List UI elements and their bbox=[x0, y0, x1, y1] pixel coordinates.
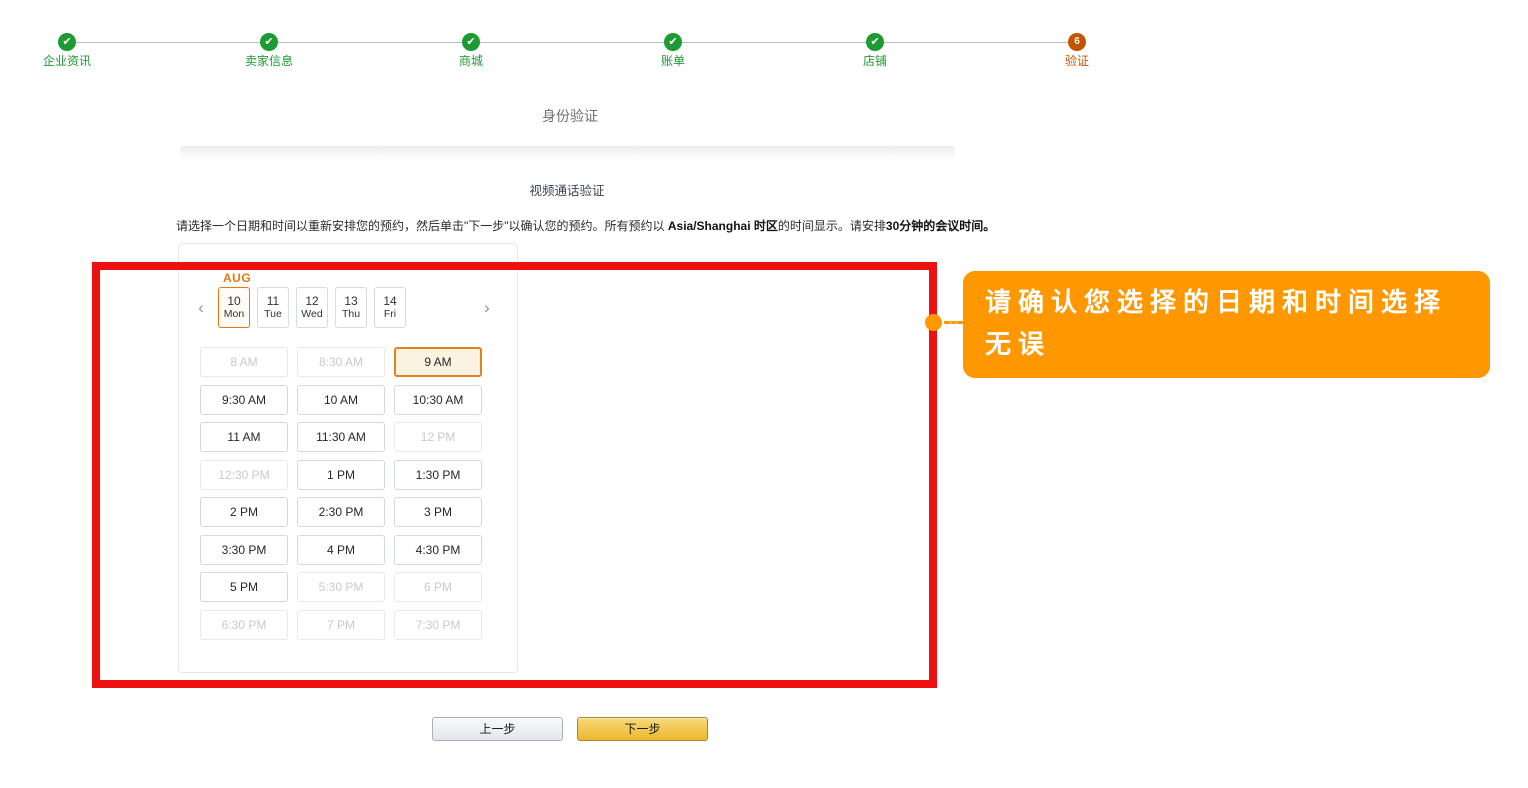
date-weekday: Wed bbox=[301, 308, 322, 321]
time-slot[interactable]: 2:30 PM bbox=[297, 497, 385, 527]
step-label: 账单 bbox=[623, 54, 723, 68]
annotation-callout: 请确认您选择的日期和时间选择 无误 bbox=[963, 271, 1490, 378]
step-check-icon: ✔ bbox=[58, 33, 76, 51]
date-weekday: Fri bbox=[384, 308, 396, 321]
time-slot[interactable]: 5 PM bbox=[200, 572, 288, 602]
section-divider bbox=[180, 146, 955, 163]
time-slot[interactable]: 9 AM bbox=[394, 347, 482, 377]
date-strip: 10Mon11Tue12Wed13Thu14Fri bbox=[218, 287, 406, 328]
time-slot-grid: 8 AM 8:30 AM 9 AM 9:30 AM 10 AM 10:30 AM 11 AM… bbox=[200, 347, 482, 640]
time-slot: 12:30 PM bbox=[200, 460, 288, 490]
date-weekday: Tue bbox=[264, 308, 282, 321]
time-slot[interactable]: 4 PM bbox=[297, 535, 385, 565]
step-label: 商城 bbox=[421, 54, 521, 68]
callout-text-line2: 无误 bbox=[985, 323, 1474, 365]
step-check-icon: ✔ bbox=[866, 33, 884, 51]
appointment-scheduler-card: AUG ‹ › 10Mon11Tue12Wed13Thu14Fri 8 AM8:… bbox=[178, 243, 518, 673]
time-slot: 7 PM bbox=[297, 610, 385, 640]
time-slot[interactable]: 10:30 AM bbox=[394, 385, 482, 415]
stepper-step-1: ✔ 企业资讯 bbox=[17, 33, 117, 68]
previous-step-button[interactable]: 上一步 bbox=[432, 717, 563, 741]
date-day: 11 bbox=[267, 294, 279, 308]
step-label: 卖家信息 bbox=[219, 54, 319, 68]
stepper-step-3: ✔ 商城 bbox=[421, 33, 521, 68]
month-label: AUG bbox=[223, 271, 251, 285]
instruction-timezone: Asia/Shanghai 时区 bbox=[668, 219, 778, 233]
step-check-icon: ✔ bbox=[664, 33, 682, 51]
time-slot[interactable]: 9:30 AM bbox=[200, 385, 288, 415]
step-label: 验证 bbox=[1027, 54, 1127, 68]
stepper-step-2: ✔ 卖家信息 bbox=[219, 33, 319, 68]
date-day: 13 bbox=[344, 294, 357, 308]
section-title: 视频通话验证 bbox=[0, 180, 1134, 199]
date-weekday: Thu bbox=[342, 308, 360, 321]
date-option-tue[interactable]: 11Tue bbox=[257, 287, 289, 328]
date-option-wed[interactable]: 12Wed bbox=[296, 287, 328, 328]
time-slot[interactable]: 3 PM bbox=[394, 497, 482, 527]
instruction-duration: 30分钟的会议时间。 bbox=[886, 219, 995, 233]
next-dates-arrow-icon[interactable]: › bbox=[479, 298, 495, 318]
time-slot: 7:30 PM bbox=[394, 610, 482, 640]
date-day: 14 bbox=[383, 294, 396, 308]
time-slot[interactable]: 11 AM bbox=[200, 422, 288, 452]
date-day: 12 bbox=[305, 294, 318, 308]
time-slot[interactable]: 1:30 PM bbox=[394, 460, 482, 490]
step-check-icon: ✔ bbox=[462, 33, 480, 51]
page-title: 身份验证 bbox=[0, 106, 1140, 126]
progress-stepper: ✔ 企业资讯 ✔ 卖家信息 ✔ 商城 ✔ 账单 ✔ 店铺 6 验证 bbox=[0, 0, 1528, 80]
date-option-fri[interactable]: 14Fri bbox=[374, 287, 406, 328]
annotation-connector-line bbox=[944, 321, 963, 324]
time-slot: 12 PM bbox=[394, 422, 482, 452]
stepper-step-4: ✔ 账单 bbox=[623, 33, 723, 68]
next-step-button[interactable]: 下一步 bbox=[577, 717, 708, 741]
time-slot[interactable]: 3:30 PM bbox=[200, 535, 288, 565]
time-slot[interactable]: 11:30 AM bbox=[297, 422, 385, 452]
time-slot: 8 AM bbox=[200, 347, 288, 377]
time-slot: 8:30 AM bbox=[297, 347, 385, 377]
date-option-mon[interactable]: 10Mon bbox=[218, 287, 250, 328]
step-label: 店铺 bbox=[825, 54, 925, 68]
time-slot: 6:30 PM bbox=[200, 610, 288, 640]
stepper-step-5: ✔ 店铺 bbox=[825, 33, 925, 68]
step-check-icon: ✔ bbox=[260, 33, 278, 51]
time-slot[interactable]: 4:30 PM bbox=[394, 535, 482, 565]
instruction-segment: 请选择一个日期和时间以重新安排您的预约，然后单击"下一步"以确认您的预约。所有预… bbox=[176, 219, 668, 233]
step-label: 企业资讯 bbox=[17, 54, 117, 68]
time-slot: 6 PM bbox=[394, 572, 482, 602]
callout-text-line1: 请确认您选择的日期和时间选择 bbox=[985, 281, 1474, 323]
date-option-thu[interactable]: 13Thu bbox=[335, 287, 367, 328]
annotation-connector-dot bbox=[925, 314, 942, 331]
time-slot: 5:30 PM bbox=[297, 572, 385, 602]
time-slot[interactable]: 1 PM bbox=[297, 460, 385, 490]
instruction-segment: 的时间显示。请安排 bbox=[778, 219, 886, 233]
time-slot[interactable]: 10 AM bbox=[297, 385, 385, 415]
instruction-text: 请选择一个日期和时间以重新安排您的预约，然后单击"下一步"以确认您的预约。所有预… bbox=[176, 217, 995, 234]
prev-dates-arrow-icon[interactable]: ‹ bbox=[193, 298, 209, 318]
time-slot[interactable]: 2 PM bbox=[200, 497, 288, 527]
step-number-badge: 6 bbox=[1068, 33, 1086, 51]
stepper-step-6: 6 验证 bbox=[1027, 33, 1127, 68]
date-day: 10 bbox=[227, 294, 240, 308]
date-weekday: Mon bbox=[224, 308, 244, 321]
